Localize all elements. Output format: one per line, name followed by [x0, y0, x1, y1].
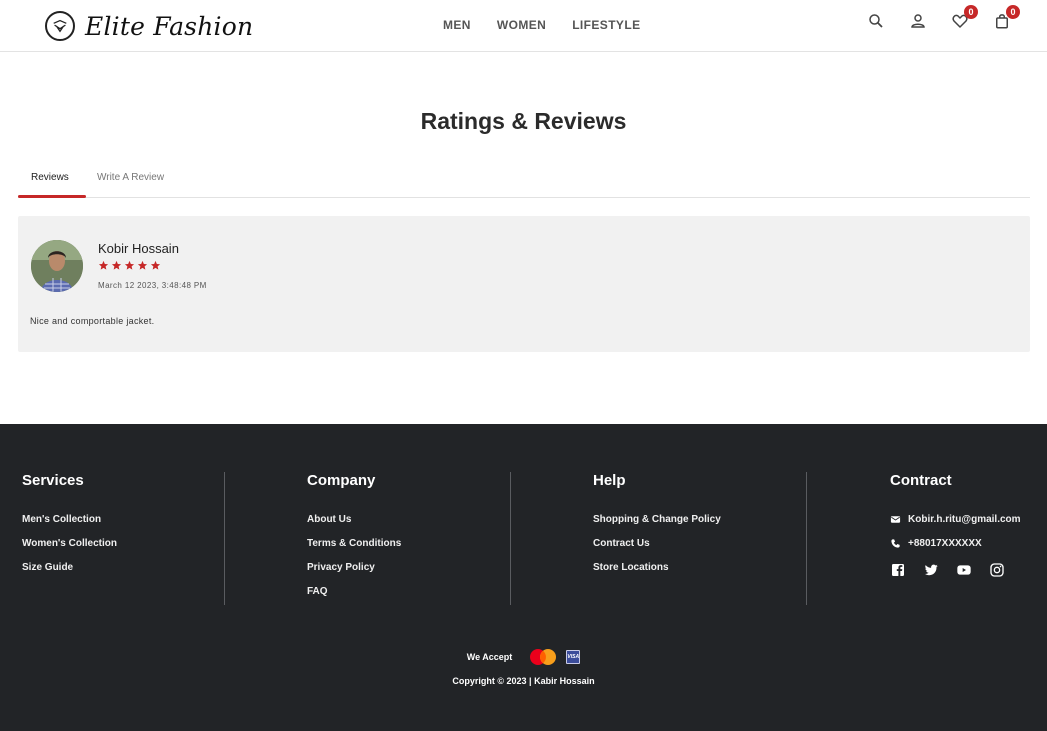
contact-email-text: Kobir.h.ritu@gmail.com — [908, 514, 1021, 525]
twitter-icon[interactable] — [923, 562, 939, 578]
cart-count-badge: 0 — [1006, 5, 1020, 19]
mail-icon — [890, 516, 901, 523]
contact-phone[interactable]: +88017XXXXXX — [890, 538, 1021, 549]
youtube-icon[interactable] — [956, 562, 972, 578]
footer-help: Help Shopping & Change Policy Contract U… — [593, 472, 721, 586]
footer-link-store-locations[interactable]: Store Locations — [593, 562, 721, 573]
wishlist-button[interactable]: 0 — [951, 5, 978, 30]
brand-name: Elite Fashion — [85, 11, 254, 41]
site-header: Elite Fashion MEN WOMEN LIFESTYLE 0 0 — [0, 0, 1047, 52]
user-icon[interactable] — [909, 12, 927, 30]
brand-logo[interactable]: Elite Fashion — [45, 10, 253, 42]
footer-link-mens-collection[interactable]: Men's Collection — [22, 514, 117, 525]
review-card: Kobir Hossain March 12 2023, 3:48:48 PM … — [18, 216, 1030, 352]
footer-services-title: Services — [22, 472, 84, 489]
review-date: March 12 2023, 3:48:48 PM — [98, 281, 207, 290]
logo-emblem-icon — [45, 11, 75, 41]
footer-link-contract-us[interactable]: Contract Us — [593, 538, 721, 549]
footer-link-size-guide[interactable]: Size Guide — [22, 562, 117, 573]
footer-contract-title: Contract — [890, 472, 952, 489]
header-actions: 0 0 — [867, 5, 1020, 30]
mastercard-icon — [528, 648, 558, 666]
footer-link-faq[interactable]: FAQ — [307, 586, 401, 597]
star-icon — [150, 260, 161, 270]
star-rating — [98, 260, 161, 271]
review-text: Nice and comportable jacket. — [30, 316, 155, 326]
star-icon — [124, 260, 135, 270]
star-icon — [137, 260, 148, 270]
footer-divider — [806, 472, 807, 605]
nav-lifestyle[interactable]: LIFESTYLE — [572, 18, 640, 32]
footer-services: Services Men's Collection Women's Collec… — [22, 472, 117, 586]
instagram-icon[interactable] — [989, 562, 1005, 578]
ratings-title: Ratings & Reviews — [420, 108, 627, 134]
search-icon[interactable] — [867, 12, 885, 30]
nav-men[interactable]: MEN — [443, 18, 471, 32]
copyright-text: Copyright © 2023 | Kabir Hossain — [452, 676, 595, 686]
contact-email[interactable]: Kobir.h.ritu@gmail.com — [890, 514, 1021, 525]
footer-contract: Contract Kobir.h.ritu@gmail.com +88017XX… — [890, 472, 1021, 578]
cart-button[interactable]: 0 — [993, 5, 1020, 30]
footer-link-about-us[interactable]: About Us — [307, 514, 401, 525]
we-accept-label: We Accept — [466, 652, 513, 662]
wishlist-count-badge: 0 — [964, 5, 978, 19]
tab-reviews[interactable]: Reviews — [31, 172, 69, 183]
footer-divider — [510, 472, 511, 605]
nav-women[interactable]: WOMEN — [497, 18, 546, 32]
footer-link-shopping-policy[interactable]: Shopping & Change Policy — [593, 514, 721, 525]
footer-company: Company About Us Terms & Conditions Priv… — [307, 472, 401, 610]
footer-link-terms[interactable]: Terms & Conditions — [307, 538, 401, 549]
phone-icon — [891, 539, 900, 548]
star-icon — [98, 260, 109, 270]
main-nav: MEN WOMEN LIFESTYLE — [443, 18, 640, 32]
facebook-icon[interactable] — [890, 562, 906, 578]
payment-accept: We Accept VISA — [0, 648, 1047, 666]
tab-write-review[interactable]: Write A Review — [97, 172, 164, 183]
contact-phone-text: +88017XXXXXX — [908, 538, 982, 549]
footer-link-privacy[interactable]: Privacy Policy — [307, 562, 401, 573]
star-icon — [111, 260, 122, 270]
social-links — [890, 562, 1021, 578]
footer-divider — [224, 472, 225, 605]
footer-help-title: Help — [593, 472, 626, 489]
footer-link-womens-collection[interactable]: Women's Collection — [22, 538, 117, 549]
visa-icon: VISA — [566, 650, 581, 664]
reviewer-avatar — [31, 240, 83, 292]
review-tabs: Reviews Write A Review — [18, 166, 1030, 198]
active-tab-indicator — [18, 195, 86, 198]
site-footer: Services Men's Collection Women's Collec… — [0, 424, 1047, 731]
footer-company-title: Company — [307, 472, 376, 489]
reviewer-name: Kobir Hossain — [98, 241, 179, 256]
